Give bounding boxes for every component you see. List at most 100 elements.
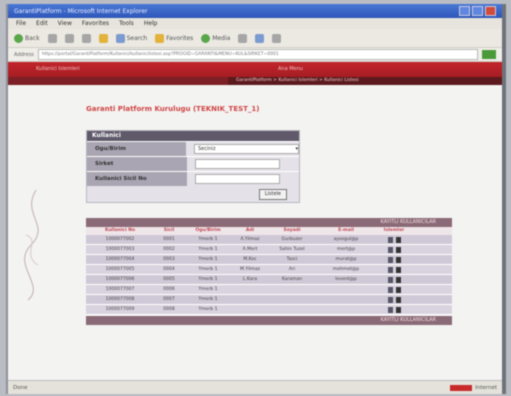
edit-icon[interactable] bbox=[387, 286, 393, 293]
table-row[interactable]: 1000077004 0003 Ymerb 1 M.Koc Tasci murat@p bbox=[86, 255, 452, 265]
table-cell bbox=[232, 285, 268, 294]
row-actions bbox=[376, 305, 412, 314]
menu-help[interactable]: Help bbox=[144, 20, 158, 27]
table-row[interactable]: 1000077002 0001 Ymerb 1 A.Yilmaz Gurbuzer ays… bbox=[86, 235, 452, 245]
table-cell: murat@p bbox=[335, 257, 357, 262]
delete-icon[interactable] bbox=[395, 236, 401, 243]
back-arrow-icon bbox=[14, 33, 23, 43]
history-button[interactable] bbox=[238, 33, 248, 43]
table-header-row: Kullanici No Sicil Ogu/Birim Adi Soyadi … bbox=[86, 227, 452, 235]
table-cell: Ymerb 1 bbox=[198, 257, 218, 262]
table-cell: L.Kara bbox=[242, 277, 258, 282]
unit-select-value: Seciniz bbox=[198, 146, 216, 152]
table-row[interactable]: 1000077005 0004 Ymerb 1 M.Yilmaz Ari mehmet@p bbox=[86, 265, 452, 275]
search-icon bbox=[115, 33, 125, 43]
edit-icon[interactable] bbox=[387, 246, 393, 253]
col-sicil[interactable]: Sicil bbox=[154, 227, 184, 235]
edit-icon[interactable] bbox=[387, 266, 393, 273]
col-user-no[interactable]: Kullanici No bbox=[86, 227, 154, 235]
table-cell: Karaman bbox=[281, 277, 303, 282]
col-name[interactable]: Adi bbox=[232, 227, 268, 235]
table-cell: Tasci bbox=[286, 257, 298, 262]
table-cell bbox=[232, 305, 268, 314]
table-row[interactable]: 1000077008 0007 Ymerb 1 bbox=[86, 295, 452, 305]
delete-icon[interactable] bbox=[395, 276, 401, 283]
menu-favorites[interactable]: Favorites bbox=[82, 20, 109, 27]
refresh-button[interactable] bbox=[81, 33, 91, 43]
minimize-button[interactable] bbox=[459, 6, 470, 16]
browser-toolbar: Back Search Favorites Media bbox=[8, 29, 502, 48]
monitor-screen: GarantiPlatform - Microsoft Internet Exp… bbox=[6, 4, 506, 394]
delete-icon[interactable] bbox=[395, 296, 401, 303]
maximize-button[interactable] bbox=[472, 6, 483, 16]
table-cell[interactable]: 1000077009 bbox=[86, 305, 154, 314]
table-row[interactable]: 1000077007 0006 Ymerb 1 bbox=[86, 285, 452, 295]
search-panel: Kullanici Ogu/Birim Seciniz ▾ Sirket Kull… bbox=[86, 130, 300, 203]
table-caption: KAYITLI KULLANICILAR bbox=[86, 218, 452, 227]
favorites-button[interactable]: Favorites bbox=[155, 33, 193, 43]
table-cell: Ymerb 1 bbox=[198, 277, 218, 282]
table-cell[interactable]: 1000077004 bbox=[86, 255, 154, 264]
zone-label: Internet bbox=[475, 384, 497, 391]
stop-button[interactable] bbox=[64, 33, 74, 43]
table-cell: Ymerb 1 bbox=[198, 247, 218, 252]
table-cell[interactable]: 1000077008 bbox=[86, 295, 154, 304]
mail-icon bbox=[255, 33, 265, 43]
table-cell: M.Koc bbox=[243, 257, 257, 262]
delete-icon[interactable] bbox=[395, 246, 401, 253]
table-row[interactable]: 1000077009 0008 Ymerb 1 bbox=[86, 305, 452, 315]
header-center-link[interactable]: Ana Menu bbox=[278, 66, 303, 72]
media-icon bbox=[201, 33, 211, 43]
table-cell[interactable]: 1000077007 bbox=[86, 285, 154, 294]
col-actions: Islemler bbox=[383, 228, 405, 233]
close-button[interactable] bbox=[485, 6, 496, 16]
menu-edit[interactable]: Edit bbox=[36, 20, 48, 27]
address-bar: Address https://portal/GarantiPlatform/K… bbox=[8, 48, 502, 62]
search-panel-footer: Listele bbox=[87, 186, 299, 202]
table-cell bbox=[268, 305, 316, 314]
table-row[interactable]: 1000077006 0005 Ymerb 1 L.Kara Karaman levent… bbox=[86, 275, 452, 285]
address-input[interactable]: https://portal/GarantiPlatform/Kullanici… bbox=[37, 49, 478, 60]
delete-icon[interactable] bbox=[395, 286, 401, 293]
table-cell[interactable]: 1000077006 bbox=[86, 275, 154, 284]
col-surname[interactable]: Soyadi bbox=[268, 227, 316, 235]
table-cell[interactable]: 1000077002 bbox=[86, 235, 154, 244]
table-cell[interactable]: 1000077003 bbox=[86, 245, 154, 254]
edit-icon[interactable] bbox=[387, 256, 393, 263]
edit-icon[interactable] bbox=[387, 276, 393, 283]
table-cell: A.Yilmaz bbox=[240, 237, 260, 242]
col-email[interactable]: E-mail bbox=[316, 227, 376, 235]
search-button[interactable]: Search bbox=[115, 33, 147, 43]
table-cell bbox=[232, 295, 268, 304]
media-button[interactable]: Media bbox=[201, 33, 231, 43]
delete-icon[interactable] bbox=[395, 266, 401, 273]
menu-file[interactable]: File bbox=[16, 20, 26, 27]
edit-icon[interactable] bbox=[387, 236, 393, 243]
list-button[interactable]: Listele bbox=[258, 188, 287, 200]
print-button[interactable] bbox=[272, 33, 282, 43]
back-button[interactable]: Back bbox=[14, 33, 40, 43]
table-cell[interactable]: 1000077005 bbox=[86, 265, 154, 274]
delete-icon[interactable] bbox=[395, 256, 401, 263]
unit-select[interactable]: Seciniz ▾ bbox=[194, 144, 299, 154]
sicil-input[interactable] bbox=[195, 174, 280, 184]
header-left-link[interactable]: Kullanici Islemleri bbox=[36, 66, 80, 72]
forward-button[interactable] bbox=[47, 33, 57, 43]
sketch-drawing bbox=[24, 189, 39, 301]
status-text: Done bbox=[13, 384, 28, 391]
col-unit[interactable]: Ogu/Birim bbox=[184, 227, 232, 235]
edit-icon[interactable] bbox=[387, 296, 393, 303]
edit-icon[interactable] bbox=[387, 306, 393, 313]
delete-icon[interactable] bbox=[395, 306, 401, 313]
table-cell: aysegul@p bbox=[333, 237, 359, 242]
table-row[interactable]: 1000077003 0002 Ymerb 1 A.Mert Sahin Tuzel me… bbox=[86, 245, 452, 255]
table-cell: Ymerb 1 bbox=[198, 287, 218, 292]
mail-button[interactable] bbox=[255, 33, 265, 43]
go-button[interactable] bbox=[482, 50, 496, 59]
company-input[interactable] bbox=[195, 159, 280, 169]
menu-tools[interactable]: Tools bbox=[119, 20, 134, 27]
home-button[interactable] bbox=[98, 33, 108, 43]
menu-view[interactable]: View bbox=[58, 20, 72, 27]
breadcrumb[interactable]: GarantiPlatform > Kullanici Islemleri > … bbox=[228, 77, 502, 85]
media-label: Media bbox=[212, 34, 231, 42]
